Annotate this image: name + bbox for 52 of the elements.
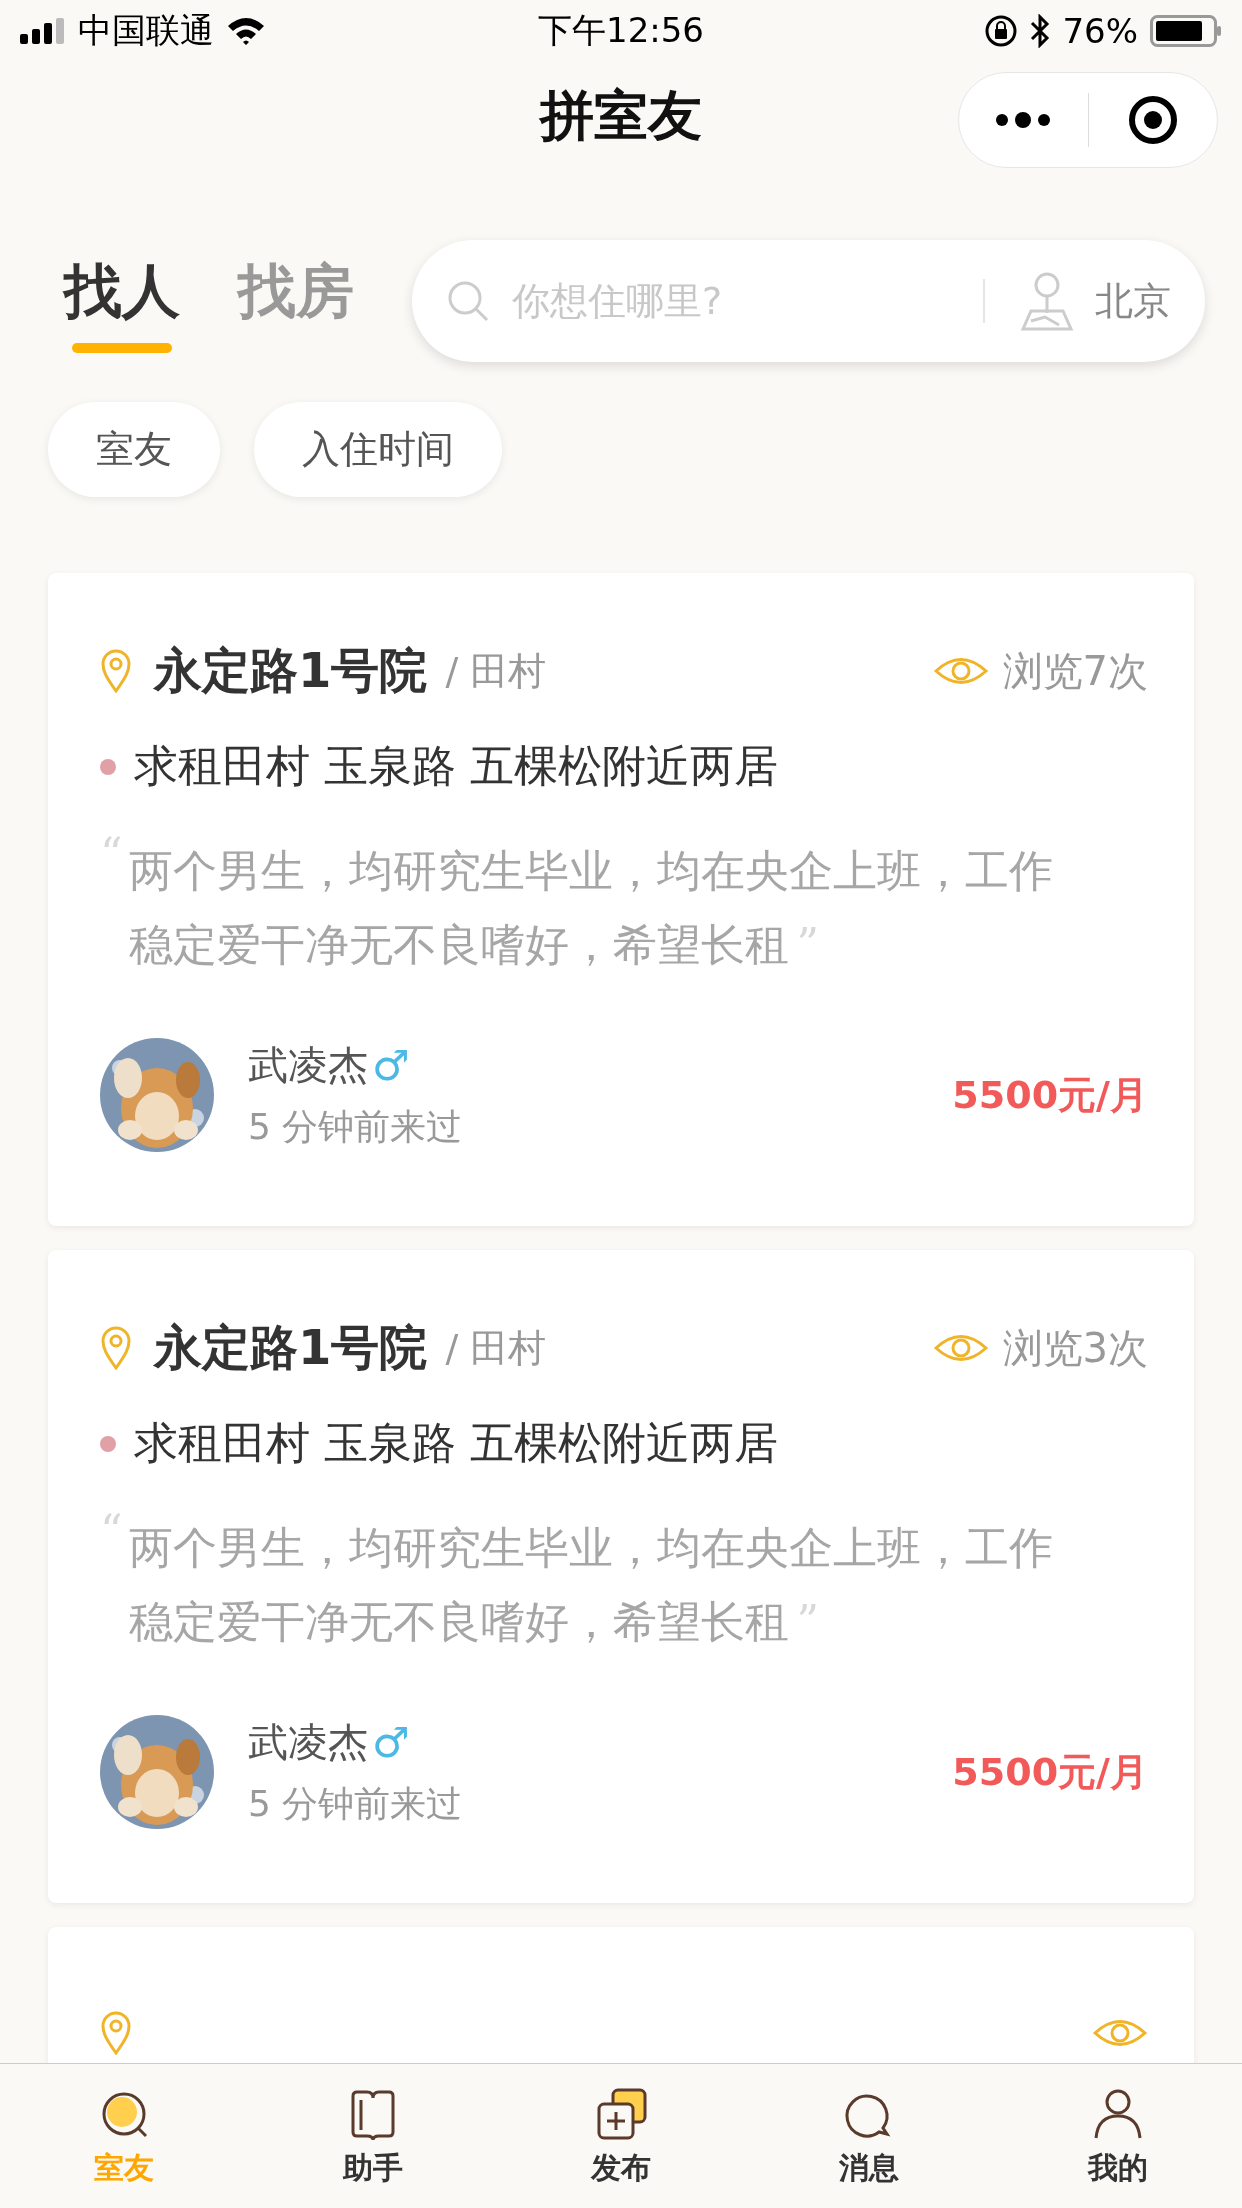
listing-tag: 求租田村 玉泉路 五棵松附近两居 <box>134 1414 778 1473</box>
view-count: 浏览3次 <box>1002 1323 1148 1373</box>
listing-area: / 田村 <box>445 1322 547 1374</box>
tab-bar-item[interactable]: 助手 <box>248 2064 497 2208</box>
location-pin-icon <box>100 1326 132 1370</box>
location-pin-icon <box>100 649 132 693</box>
view-count: 浏览7次 <box>1002 646 1148 696</box>
bullet-icon <box>100 1435 116 1452</box>
open-quote: “ <box>100 834 123 881</box>
listing-card[interactable]: 永定路1号院 / 田村 浏览7次 求租田村 玉泉路 五棵松附近两居 “两个男生，均研究生毕业，均在央企上班，工作稳定爱干净无不良嗜好，希望长租 ” 武凌杰♂ 5 分钟前来过 5500元/月 <box>48 573 1194 1226</box>
carrier: 中国联通 <box>78 9 214 52</box>
page-title: 拼室友 <box>540 82 702 149</box>
eye-icon <box>932 656 989 686</box>
bluetooth-icon <box>1030 14 1051 48</box>
listing-description: 两个男生，均研究生毕业，均在央企上班，工作稳定爱干净无不良嗜好，希望长租 ” <box>128 844 1054 972</box>
tab-bar-item[interactable]: 发布 <box>496 2064 746 2208</box>
price: 5500元/月 <box>952 1748 1148 1796</box>
listing-description: 两个男生，均研究生毕业，均在央企上班，工作稳定爱干净无不良嗜好，希望长租 ” <box>128 1521 1054 1649</box>
listing-area: / 田村 <box>445 645 547 697</box>
wifi-icon <box>226 16 266 46</box>
close-quote: ” <box>796 1596 819 1647</box>
battery-icon <box>1150 15 1222 47</box>
eye-icon <box>932 1333 989 1363</box>
price: 5500元/月 <box>952 1071 1148 1119</box>
user-name: 武凌杰 <box>248 1718 368 1767</box>
clock: 下午12:56 <box>538 9 704 52</box>
search-icon <box>446 279 490 323</box>
gender-symbol: ♂ <box>372 1718 410 1767</box>
user-name: 武凌杰 <box>248 1041 368 1090</box>
last-seen: 5 分钟前来过 <box>248 1105 463 1149</box>
listing-title: 永定路1号院 <box>154 1318 428 1377</box>
open-quote: “ <box>100 1511 123 1558</box>
gender-symbol: ♂ <box>372 1041 410 1090</box>
signal-icon <box>20 18 66 44</box>
tab-bar-item[interactable]: 我的 <box>993 2064 1242 2208</box>
more-icon <box>994 111 1053 129</box>
tab-bar-item[interactable]: 消息 <box>745 2064 994 2208</box>
map-pin-icon <box>1019 271 1075 331</box>
target-icon <box>1126 94 1179 146</box>
rotation-lock-icon <box>984 14 1019 48</box>
listing-tag: 求租田村 玉泉路 五棵松附近两居 <box>134 737 778 796</box>
filter-chip[interactable]: 入住时间 <box>254 402 502 497</box>
eye-icon <box>1092 2018 1148 2048</box>
city-selector[interactable]: 北京 <box>1095 275 1171 327</box>
close-quote: ” <box>796 919 819 970</box>
bullet-icon <box>100 758 116 775</box>
filter-chip[interactable]: 室友 <box>48 402 220 497</box>
listing-card[interactable]: 永定路1号院 / 田村 浏览3次 求租田村 玉泉路 五棵松附近两居 “两个男生，均研究生毕业，均在央企上班，工作稳定爱干净无不良嗜好，希望长租 ” 武凌杰♂ 5 分钟前来过 5500元/月 <box>48 1250 1194 1903</box>
listing-title: 永定路1号院 <box>154 641 428 700</box>
location-pin-icon <box>100 2011 132 2055</box>
last-seen: 5 分钟前来过 <box>248 1782 463 1826</box>
battery-percent: 76% <box>1062 11 1138 51</box>
